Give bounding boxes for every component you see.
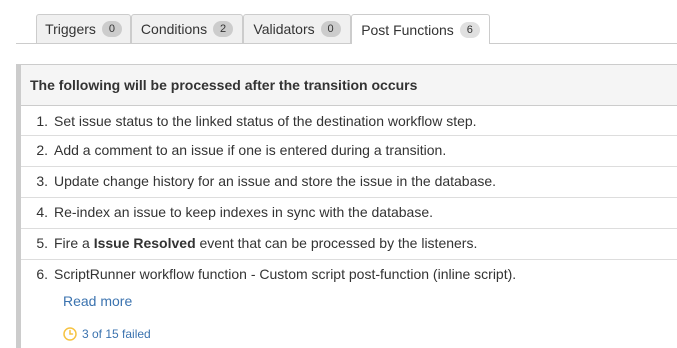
item-text: Update change history for an issue and s… bbox=[54, 173, 497, 189]
list-item: 4. Re-index an issue to keep indexes in … bbox=[21, 198, 677, 229]
list-item: 6. ScriptRunner workflow function - Cust… bbox=[21, 260, 677, 341]
item-number: 3. bbox=[36, 173, 48, 189]
item-number: 1. bbox=[36, 113, 48, 129]
tab-label: Validators bbox=[253, 21, 315, 37]
event-name: Issue Resolved bbox=[93, 235, 196, 251]
item-text: Re-index an issue to keep indexes in syn… bbox=[54, 204, 434, 220]
count-badge: 0 bbox=[101, 21, 122, 37]
item-number: 4. bbox=[36, 204, 48, 220]
tab-post-functions[interactable]: Post Functions 6 bbox=[351, 14, 490, 44]
count-badge: 0 bbox=[320, 21, 341, 37]
workflow-tabs: Triggers 0 Conditions 2 Validators 0 Pos… bbox=[0, 0, 677, 44]
list-item: 3. Update change history for an issue an… bbox=[21, 167, 677, 198]
item-text: ScriptRunner workflow function - Custom … bbox=[54, 266, 517, 282]
clock-icon bbox=[63, 327, 77, 341]
item-number: 6. bbox=[36, 266, 48, 282]
post-functions-list: 1. Set issue status to the linked status… bbox=[21, 106, 677, 341]
failure-status-link[interactable]: 3 of 15 failed bbox=[63, 327, 677, 341]
tab-validators[interactable]: Validators 0 bbox=[243, 14, 351, 43]
count-badge: 2 bbox=[213, 21, 234, 37]
tab-conditions[interactable]: Conditions 2 bbox=[131, 14, 243, 43]
item-text-after: event that can be processed by the liste… bbox=[195, 235, 478, 251]
post-functions-panel: The following will be processed after th… bbox=[16, 64, 677, 348]
failure-status-text: 3 of 15 failed bbox=[82, 327, 151, 341]
tabs-divider bbox=[16, 43, 677, 44]
item-number: 2. bbox=[36, 142, 48, 158]
tab-label: Triggers bbox=[45, 21, 96, 37]
list-item: 5. Fire a Issue Resolved event that can … bbox=[21, 229, 677, 260]
item-row: 6. ScriptRunner workflow function - Cust… bbox=[21, 266, 677, 282]
tab-label: Post Functions bbox=[361, 21, 454, 38]
panel-header: The following will be processed after th… bbox=[21, 64, 677, 106]
item-text: Set issue status to the linked status of… bbox=[54, 113, 477, 129]
list-item: 1. Set issue status to the linked status… bbox=[21, 106, 677, 136]
count-badge: 6 bbox=[459, 21, 480, 38]
tab-triggers[interactable]: Triggers 0 bbox=[36, 14, 131, 43]
tab-label: Conditions bbox=[140, 21, 208, 37]
item-text: Add a comment to an issue if one is ente… bbox=[54, 142, 447, 158]
read-more-link[interactable]: Read more bbox=[63, 293, 132, 309]
list-item: 2. Add a comment to an issue if one is e… bbox=[21, 136, 677, 167]
item-number: 5. bbox=[36, 235, 48, 251]
item-text-before: Fire a bbox=[54, 235, 94, 251]
item-text: Fire a Issue Resolved event that can be … bbox=[54, 235, 477, 251]
